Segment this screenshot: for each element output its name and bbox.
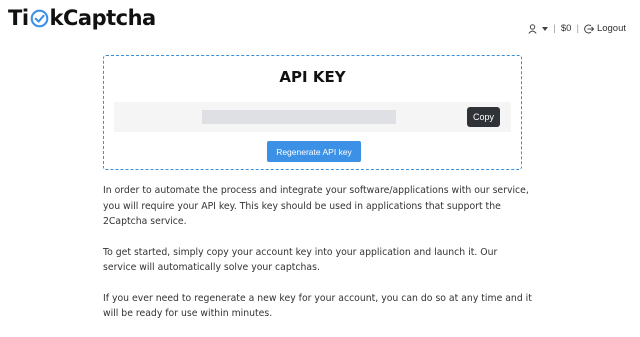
top-navigation: | $0 | Logout — [528, 24, 626, 34]
description-paragraph: In order to automate the process and int… — [103, 185, 529, 227]
api-key-row: Copy — [114, 102, 511, 132]
logout-label: Logout — [596, 23, 626, 35]
brand-name-right: kCaptcha — [49, 6, 157, 30]
balance-link[interactable]: $0 — [561, 24, 572, 34]
api-key-description: In order to automate the process and int… — [103, 183, 533, 337]
logout-link[interactable]: Logout — [584, 24, 626, 34]
nav-separator: | — [553, 23, 556, 35]
brand-logo[interactable]: Ti kCaptcha — [8, 8, 156, 29]
api-key-field[interactable] — [202, 110, 396, 124]
check-circle-icon — [30, 9, 48, 28]
regenerate-api-key-button[interactable]: Regenerate API key — [267, 141, 361, 162]
api-key-card: API KEY Copy Regenerate API key — [103, 55, 522, 170]
caret-down-icon — [542, 27, 549, 31]
nav-separator: | — [576, 23, 579, 35]
description-paragraph: If you ever need to regenerate a new key… — [103, 292, 532, 320]
brand-name-left: Ti — [8, 6, 29, 30]
account-menu[interactable] — [528, 24, 549, 34]
card-title: API KEY — [279, 68, 346, 86]
copy-button[interactable]: Copy — [467, 107, 500, 127]
logout-icon — [584, 24, 594, 34]
description-paragraph: To get started, simply copy your account… — [103, 246, 498, 274]
user-icon — [528, 24, 538, 34]
